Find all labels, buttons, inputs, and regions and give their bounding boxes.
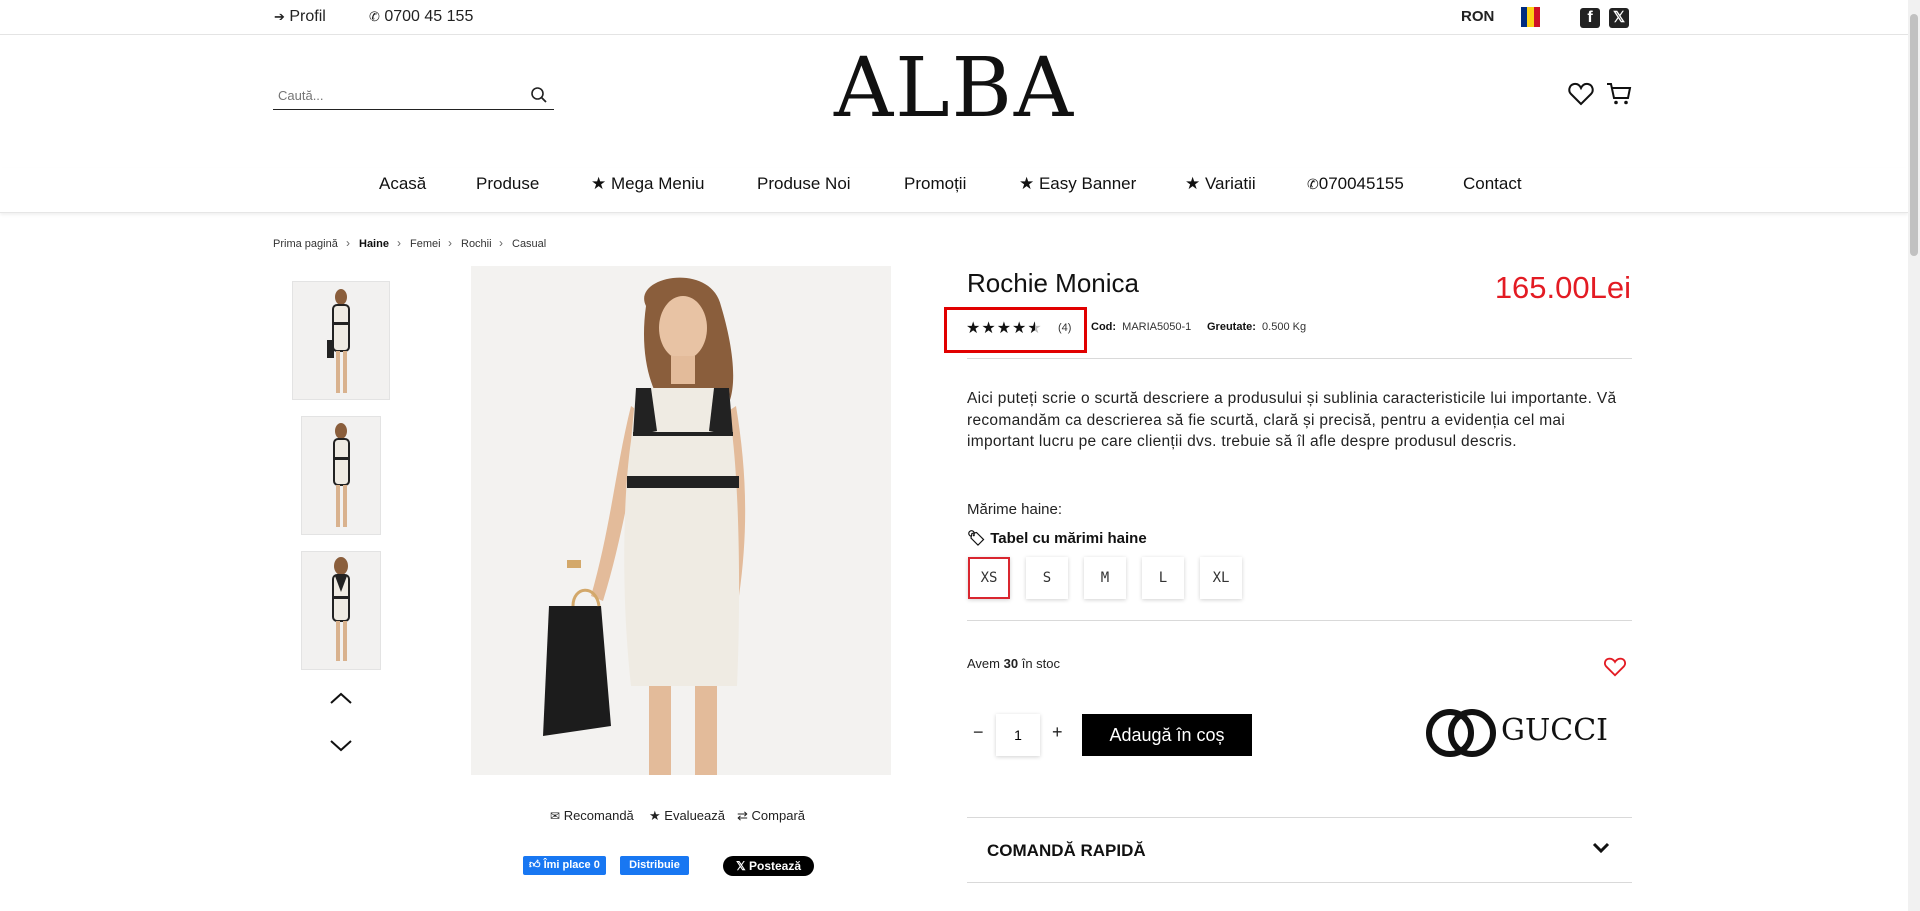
add-to-wishlist-heart-icon[interactable] xyxy=(1603,656,1627,678)
compare-link[interactable]: ⇄ Compară xyxy=(737,808,805,824)
nav-item-easy-banner[interactable]: ★ Easy Banner xyxy=(1019,174,1136,194)
size-option-xs[interactable]: XS xyxy=(968,557,1010,599)
sign-in-icon: ➔ xyxy=(274,9,285,24)
nav-item-home[interactable]: Acasă xyxy=(379,174,426,194)
rating-stars[interactable]: ★★★★★ xyxy=(966,318,1043,338)
star-icon: ★ xyxy=(981,320,997,337)
search-icon[interactable] xyxy=(530,86,548,104)
thumbs-up-icon: 👍︎ xyxy=(529,859,541,871)
divider xyxy=(967,620,1632,621)
scrollbar-thumb[interactable] xyxy=(1910,14,1918,256)
dress-photo xyxy=(327,289,350,393)
facebook-like-button[interactable]: 👍︎ Îmi place 0 xyxy=(523,856,606,875)
envelope-icon: ✉ xyxy=(550,809,561,823)
product-main-image[interactable] xyxy=(471,266,891,775)
size-chart-link[interactable]: 🏷︎ Tabel cu mărimi haine xyxy=(967,529,1147,547)
product-weight: Greutate: 0.500 Kg xyxy=(1207,321,1307,333)
main-nav: Acasă Produse ★ Mega Meniu Produse Noi P… xyxy=(0,168,1908,213)
phone-link[interactable]: ✆ 0700 45 155 xyxy=(369,8,473,26)
chevron-right-icon: › xyxy=(397,236,401,250)
x-post-button[interactable]: 𝕏 Postează xyxy=(723,856,814,876)
chevron-right-icon: › xyxy=(346,236,350,250)
product-price: 165.00Lei xyxy=(1494,270,1631,305)
dress-photo xyxy=(333,423,350,527)
brand-logo[interactable]: GUCCI xyxy=(1424,705,1608,761)
breadcrumb-item[interactable]: Prima pagină xyxy=(273,238,338,250)
x-twitter-icon: 𝕏 xyxy=(735,859,746,873)
breadcrumb-item[interactable]: Femei xyxy=(410,238,441,250)
quantity-input[interactable] xyxy=(996,714,1040,756)
chevron-right-icon: › xyxy=(448,236,452,250)
chevron-down-icon[interactable] xyxy=(329,739,353,753)
search-input[interactable] xyxy=(273,82,513,108)
language-flag-icon[interactable] xyxy=(1521,7,1540,27)
facebook-icon[interactable]: f xyxy=(1580,8,1600,28)
product-thumbnail[interactable] xyxy=(301,416,381,535)
size-option-s[interactable]: S xyxy=(1026,557,1068,599)
nav-item-phone[interactable]: ✆070045155 xyxy=(1307,174,1404,194)
dress-photo xyxy=(543,277,746,775)
facebook-share-button[interactable]: Distribuie xyxy=(620,856,689,875)
product-description: Aici puteți scrie o scurtă descriere a p… xyxy=(967,390,1617,450)
recommend-link[interactable]: ✉ Recomandă xyxy=(550,808,634,823)
size-option-xl[interactable]: XL xyxy=(1200,557,1242,599)
wishlist-heart-icon[interactable] xyxy=(1568,82,1594,106)
product-thumbnail[interactable] xyxy=(292,281,390,400)
chevron-down-icon xyxy=(1592,842,1610,854)
dress-photo xyxy=(332,557,350,661)
search-box xyxy=(273,82,554,110)
star-half-icon: ★ xyxy=(1027,320,1043,337)
quantity-increase-button[interactable]: + xyxy=(1052,722,1063,743)
chevron-up-icon[interactable] xyxy=(329,691,353,705)
star-icon: ★ xyxy=(1012,320,1028,337)
phone-icon: ✆ xyxy=(1307,176,1319,192)
breadcrumb-item[interactable]: Haine xyxy=(359,238,389,250)
breadcrumb-item[interactable]: Casual xyxy=(512,238,546,250)
stock-info: Avem 30 în stoc xyxy=(967,656,1061,671)
star-icon: ★ xyxy=(996,320,1013,337)
product-thumbnail[interactable] xyxy=(301,551,381,670)
quick-order-title: COMANDĂ RAPIDĂ xyxy=(987,841,1146,860)
quantity-decrease-button[interactable]: − xyxy=(973,722,984,743)
add-to-cart-button[interactable]: Adaugă în coș xyxy=(1082,714,1252,756)
x-twitter-icon[interactable]: 𝕏 xyxy=(1609,8,1629,28)
star-icon: ★ xyxy=(966,320,982,337)
currency-selector[interactable]: RON xyxy=(1461,8,1494,25)
phone-icon: ✆ xyxy=(369,9,380,24)
gucci-gg-icon xyxy=(1426,709,1496,757)
nav-item-new-products[interactable]: Produse Noi xyxy=(757,174,851,194)
cart-icon[interactable] xyxy=(1606,82,1632,106)
quick-order-accordion[interactable]: COMANDĂ RAPIDĂ xyxy=(967,817,1632,883)
star-icon: ★ xyxy=(649,808,661,823)
product-title: Rochie Monica xyxy=(967,268,1139,298)
review-count[interactable]: (4) xyxy=(1058,322,1071,334)
nav-item-promotions[interactable]: Promoții xyxy=(904,174,966,194)
nav-item-mega-menu[interactable]: ★ Mega Meniu xyxy=(591,174,705,194)
evaluate-link[interactable]: ★ Evaluează xyxy=(649,808,725,824)
nav-item-products[interactable]: Produse xyxy=(476,174,539,194)
compare-arrows-icon: ⇄ xyxy=(737,808,748,823)
breadcrumb-item[interactable]: Rochii xyxy=(461,238,492,250)
chevron-right-icon: › xyxy=(499,236,503,250)
divider xyxy=(967,358,1632,359)
size-label: Mărime haine: xyxy=(967,501,1063,518)
tag-icon: 🏷︎ xyxy=(967,530,987,547)
size-option-l[interactable]: L xyxy=(1142,557,1184,599)
site-logo[interactable]: ALBA xyxy=(834,48,1074,130)
top-bar: ➔ Profil ✆ 0700 45 155 RON f 𝕏 xyxy=(0,0,1908,35)
size-option-m[interactable]: M xyxy=(1084,557,1126,599)
product-code: Cod: MARIA5050-1 xyxy=(1091,321,1192,333)
nav-item-variatii[interactable]: ★ Variatii xyxy=(1185,174,1256,194)
nav-item-contact[interactable]: Contact xyxy=(1463,174,1522,194)
profile-link[interactable]: ➔ Profil xyxy=(274,8,326,26)
